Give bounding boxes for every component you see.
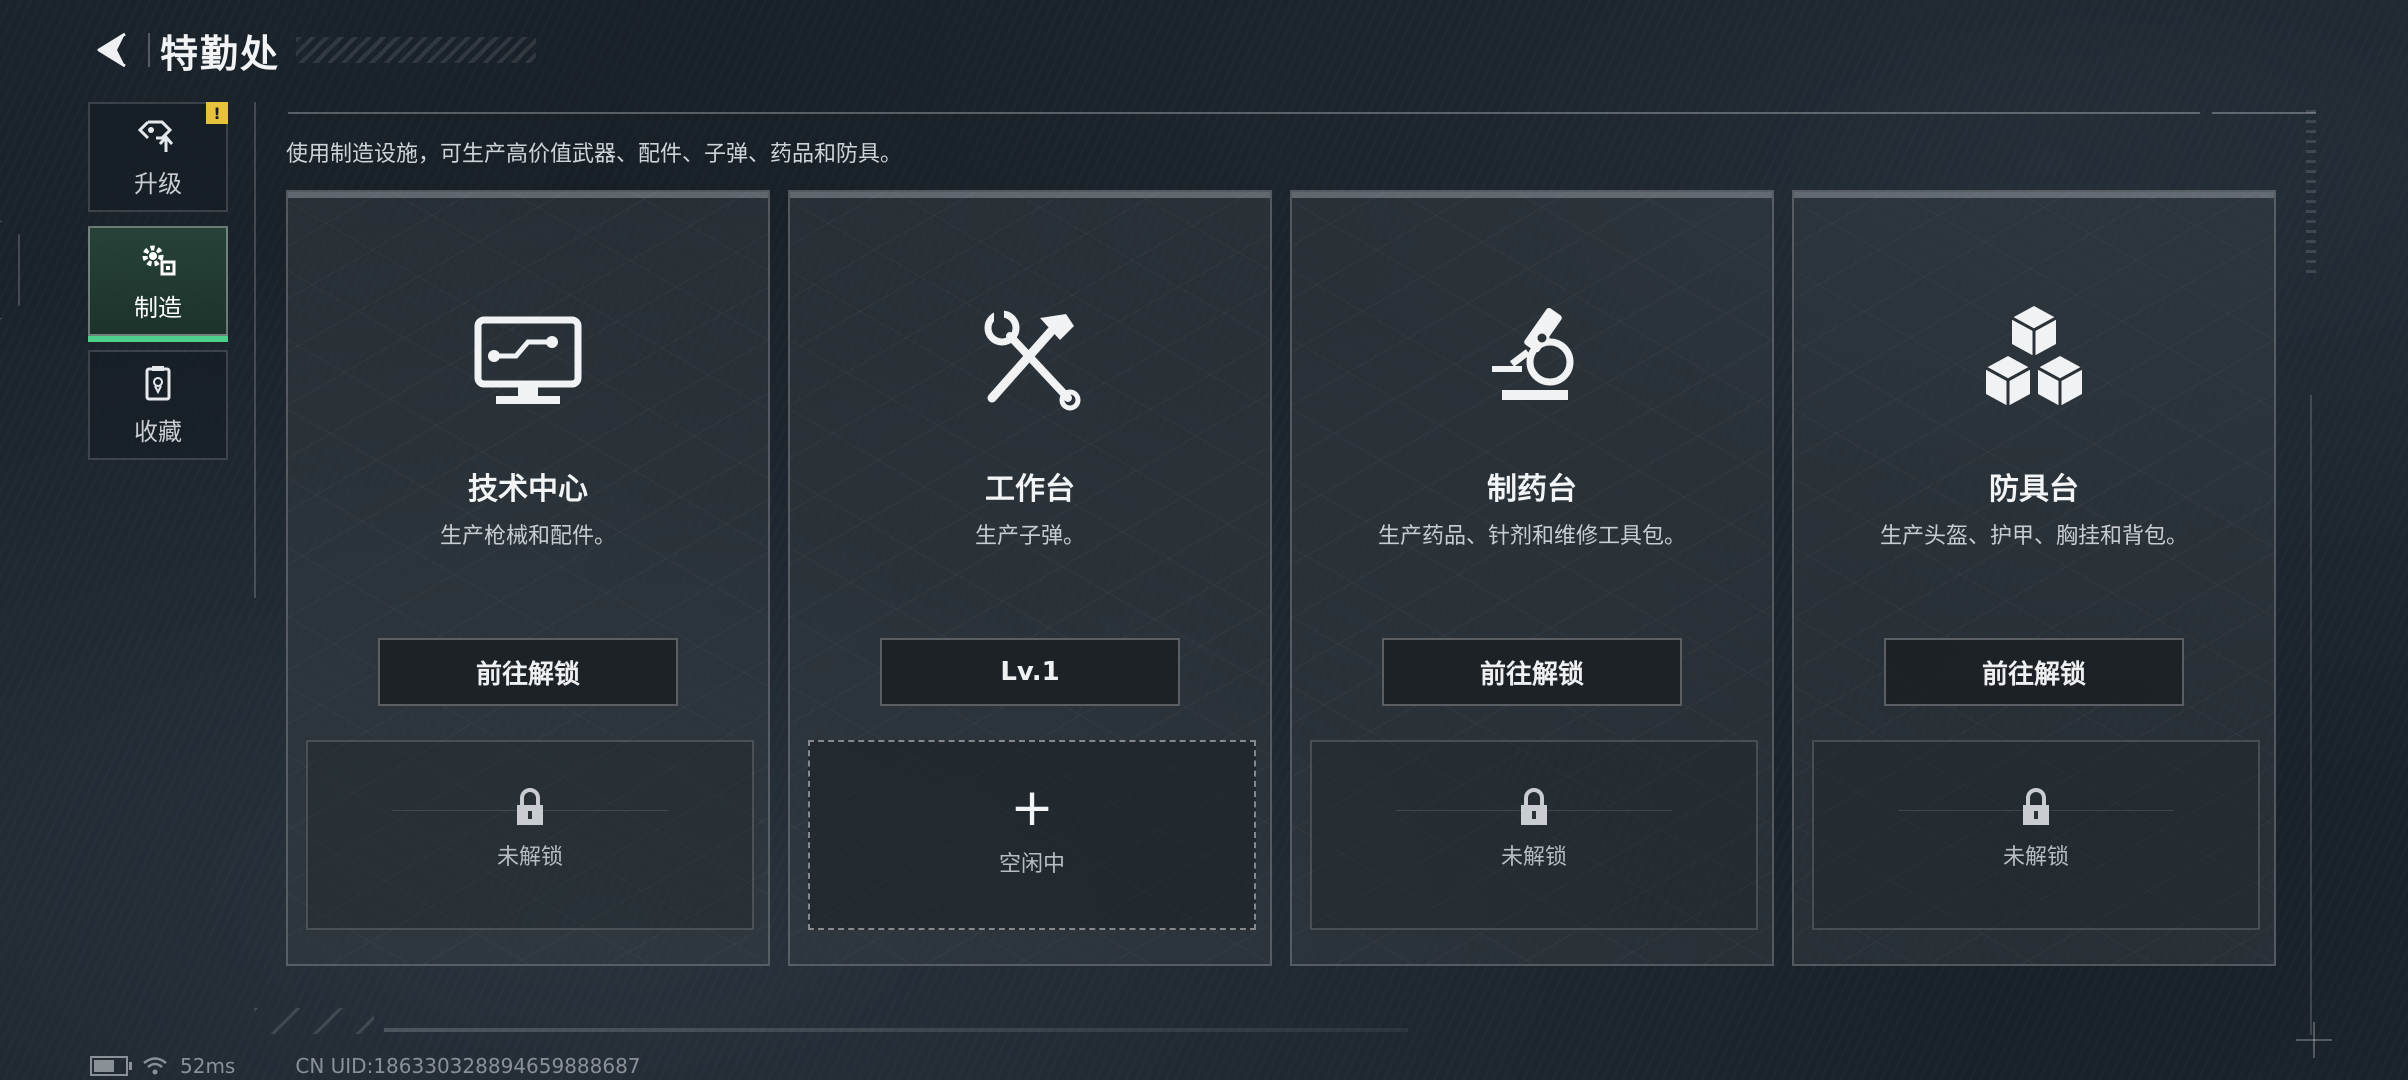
level-button[interactable]: Lv.1 (880, 638, 1180, 706)
sidebar-item-craft[interactable]: 制造 (88, 226, 228, 342)
top-divider-right (2212, 112, 2316, 114)
unlock-button[interactable]: 前往解锁 (378, 638, 678, 706)
production-slot-idle[interactable]: + 空闲中 (808, 740, 1256, 930)
sidebar: ! 升级 制造 收藏 (88, 102, 228, 474)
slot-status-label: 未解锁 (2002, 845, 2069, 870)
left-divider (254, 102, 256, 598)
card-subtitle: 生产药品、针剂和维修工具包。 (1377, 524, 1686, 549)
card-title: 工作台 (985, 472, 1075, 507)
slot-status-label: 空闲中 (998, 852, 1065, 877)
battery-fill (94, 1060, 115, 1072)
card-subtitle: 生产子弹。 (974, 524, 1085, 549)
production-slot-locked: 未解锁 (1310, 740, 1758, 930)
hammer-wrench-icon (984, 310, 1081, 411)
cubes-icon (1985, 306, 2083, 406)
page-title: 特勤处 (160, 31, 281, 76)
wifi-icon (143, 1057, 167, 1075)
right-divider (2310, 395, 2312, 1035)
title-decoration (296, 37, 537, 63)
add-icon: + (1010, 778, 1054, 838)
edge-drawer-handle[interactable] (0, 220, 20, 320)
ping-value: 52ms (180, 1054, 236, 1078)
slot-status-label: 未解锁 (1500, 845, 1567, 870)
card-title: 防具台 (1989, 472, 2079, 507)
unlock-button[interactable]: 前往解锁 (1884, 638, 2184, 706)
alert-badge: ! (206, 102, 228, 124)
card-title: 制药台 (1487, 472, 1577, 507)
header: 特勤处 (88, 22, 537, 78)
gears-icon (142, 245, 176, 275)
sidebar-item-collection[interactable]: 收藏 (88, 350, 228, 460)
collection-icon (145, 365, 171, 400)
facility-card-pharmacy[interactable]: 制药台 生产药品、针剂和维修工具包。 前往解锁 未解锁 (1290, 190, 1774, 966)
page-description: 使用制造设施，可生产高价值武器、配件、子弹、药品和防具。 (286, 142, 903, 167)
top-divider (288, 112, 2200, 114)
sidebar-item-label: 制造 (134, 293, 182, 322)
card-title: 技术中心 (468, 472, 588, 507)
user-uid: CN UID:18633032889465988868​7 (295, 1054, 641, 1078)
facility-card-workbench[interactable]: 工作台 生产子弹。 Lv.1 + 空闲中 (788, 190, 1272, 966)
bottom-decoration (254, 1008, 374, 1034)
card-subtitle: 生产枪械和配件。 (439, 524, 616, 549)
lock-icon (517, 788, 543, 825)
microscope-icon (1492, 307, 1574, 400)
sidebar-item-label: 升级 (134, 169, 182, 198)
slot-status-label: 未解锁 (496, 845, 563, 870)
production-slot-locked: 未解锁 (306, 740, 754, 930)
back-button[interactable] (88, 25, 138, 75)
lock-icon (2023, 788, 2049, 825)
header-divider (148, 33, 150, 67)
upgrade-icon (137, 120, 174, 152)
status-bar: 52ms CN UID:18633032889465988868​7 (90, 1054, 641, 1078)
battery-icon (90, 1056, 132, 1076)
right-decoration (2306, 110, 2316, 280)
production-slot-locked: 未解锁 (1812, 740, 2260, 930)
facility-card-tech-center[interactable]: 技术中心 生产枪械和配件。 前往解锁 未解锁 (286, 190, 770, 966)
crosshair-decoration (2296, 1022, 2332, 1058)
unlock-button[interactable]: 前往解锁 (1382, 638, 1682, 706)
lock-icon (1521, 788, 1547, 825)
facility-card-armor[interactable]: 防具台 生产头盔、护甲、胸挂和背包。 前往解锁 未解锁 (1792, 190, 2276, 966)
bottom-bar (384, 1028, 1408, 1032)
card-subtitle: 生产头盔、护甲、胸挂和背包。 (1879, 524, 2188, 549)
sidebar-item-upgrade[interactable]: ! 升级 (88, 102, 228, 212)
sidebar-item-label: 收藏 (134, 417, 182, 446)
computer-icon (474, 316, 582, 404)
back-arrow-icon (97, 32, 126, 68)
